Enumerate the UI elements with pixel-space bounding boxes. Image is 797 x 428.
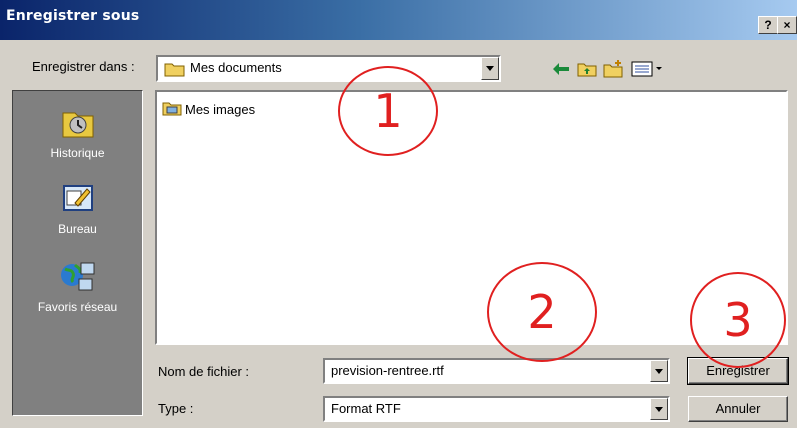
desktop-icon	[61, 185, 95, 219]
history-icon	[61, 112, 95, 143]
up-folder-icon[interactable]	[576, 59, 598, 79]
place-bureau[interactable]: Bureau	[13, 183, 142, 236]
folder-icon	[162, 100, 182, 119]
back-arrow-icon[interactable]	[550, 59, 572, 79]
new-folder-icon[interactable]	[602, 59, 624, 79]
window-title: Enregistrer sous	[6, 8, 140, 24]
save-in-label: Enregistrer dans :	[32, 59, 135, 74]
save-in-dropdown[interactable]: Mes documents	[156, 55, 501, 82]
chevron-down-icon[interactable]	[481, 57, 499, 80]
place-label: Bureau	[58, 222, 97, 236]
place-label: Historique	[50, 146, 105, 160]
chevron-down-icon[interactable]	[650, 360, 668, 382]
chevron-down-icon[interactable]	[650, 398, 668, 420]
save-as-dialog: Enregistrer sous ? × Enregistrer dans : …	[0, 0, 797, 428]
cancel-button[interactable]: Annuler	[688, 396, 788, 422]
file-type-value: Format RTF	[331, 401, 401, 416]
save-in-value: Mes documents	[190, 60, 282, 75]
close-button[interactable]: ×	[777, 16, 797, 34]
view-menu-icon[interactable]	[630, 59, 664, 79]
place-historique[interactable]: Historique	[13, 107, 142, 160]
network-places-icon	[59, 262, 97, 297]
annotation-circle-2: 2	[487, 262, 597, 362]
place-favoris-reseau[interactable]: Favoris réseau	[13, 259, 142, 314]
filename-label: Nom de fichier :	[158, 364, 250, 379]
annotation-circle-1: 1	[338, 66, 438, 156]
file-name: Mes images	[185, 102, 256, 117]
type-label: Type :	[158, 401, 194, 416]
place-label: Favoris réseau	[37, 300, 118, 314]
folder-icon	[164, 61, 186, 82]
filename-input[interactable]: prevision-rentree.rtf	[323, 358, 670, 384]
list-item[interactable]: Mes images	[162, 100, 255, 119]
help-button[interactable]: ?	[758, 16, 778, 34]
title-bar: Enregistrer sous ? ×	[0, 0, 797, 40]
file-type-dropdown[interactable]: Format RTF	[323, 396, 670, 422]
places-bar: Historique Bureau Favoris réseau	[12, 90, 143, 416]
filename-value: prevision-rentree.rtf	[331, 363, 444, 378]
annotation-circle-3: 3	[690, 272, 786, 368]
